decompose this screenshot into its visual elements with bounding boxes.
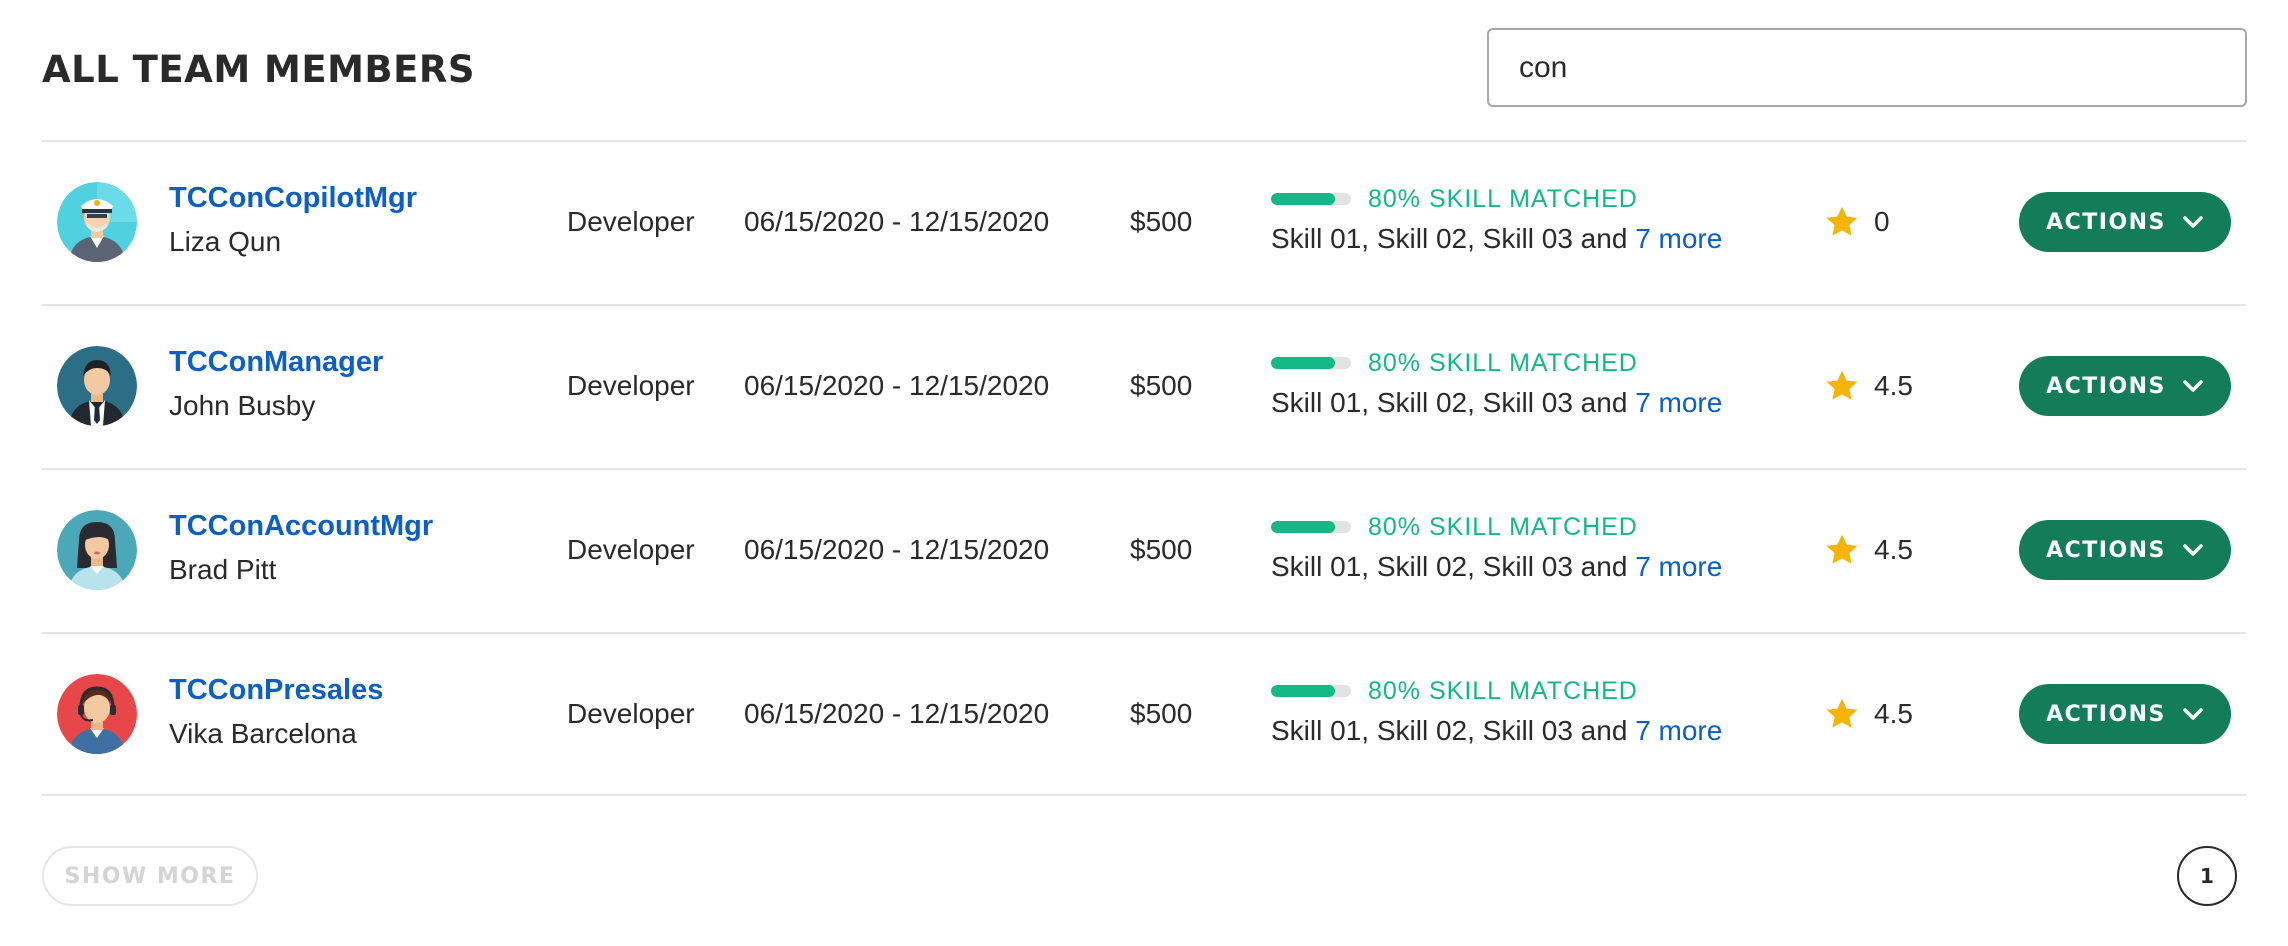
more-skills-link[interactable]: 7 more — [1635, 551, 1722, 582]
more-skills-link[interactable]: 7 more — [1635, 715, 1722, 746]
member-name: John Busby — [169, 390, 316, 421]
actions-button-label: ACTIONS — [2046, 701, 2166, 727]
member-row: TCConManager John Busby Developer 06/15/… — [42, 304, 2246, 468]
skill-match-progress-bar — [1271, 193, 1351, 205]
skills-summary: Skill 01, Skill 02, Skill 03 and 7 more — [1271, 713, 1722, 749]
woman-avatar-icon — [57, 510, 137, 590]
member-rate: $500 — [1130, 370, 1193, 401]
search-input[interactable] — [1487, 28, 2247, 107]
actions-button[interactable]: ACTIONS — [2019, 684, 2231, 744]
member-role: Developer — [567, 370, 695, 401]
star-icon — [1826, 534, 1858, 564]
star-icon — [1826, 206, 1858, 236]
page-title: ALL TEAM MEMBERS — [42, 48, 476, 91]
skills-summary: Skill 01, Skill 02, Skill 03 and 7 more — [1271, 385, 1722, 421]
member-handle-link[interactable]: TCConManager — [169, 344, 383, 380]
chevron-down-icon — [2183, 380, 2203, 392]
actions-button[interactable]: ACTIONS — [2019, 520, 2231, 580]
more-skills-link[interactable]: 7 more — [1635, 223, 1722, 254]
team-members-list: TCConCopilotMgr Liza Qun Developer 06/15… — [42, 140, 2246, 796]
member-rating: 0 — [1874, 206, 1890, 237]
member-rating: 4.5 — [1874, 698, 1913, 729]
skills-summary: Skill 01, Skill 02, Skill 03 and 7 more — [1271, 221, 1722, 257]
actions-button-label: ACTIONS — [2046, 373, 2166, 399]
chevron-down-icon — [2183, 708, 2203, 720]
member-role: Developer — [567, 206, 695, 237]
skills-text: Skill 01, Skill 02, Skill 03 and — [1271, 715, 1636, 746]
skill-match-progress-fill — [1271, 357, 1335, 369]
member-handle-link[interactable]: TCConAccountMgr — [169, 508, 433, 544]
actions-button-label: ACTIONS — [2046, 537, 2166, 563]
show-more-button[interactable]: SHOW MORE — [42, 846, 258, 906]
member-rate: $500 — [1130, 206, 1193, 237]
actions-button-label: ACTIONS — [2046, 209, 2166, 235]
member-name: Brad Pitt — [169, 554, 277, 585]
member-rate: $500 — [1130, 698, 1193, 729]
member-row: TCConAccountMgr Brad Pitt Developer 06/1… — [42, 468, 2246, 632]
chevron-down-icon — [2183, 544, 2203, 556]
more-skills-link[interactable]: 7 more — [1635, 387, 1722, 418]
skill-match-progress-bar — [1271, 521, 1351, 533]
member-rate: $500 — [1130, 534, 1193, 565]
skill-match-progress-fill — [1271, 685, 1335, 697]
member-role: Developer — [567, 698, 695, 729]
skill-match-progress-fill — [1271, 521, 1335, 533]
skills-summary: Skill 01, Skill 02, Skill 03 and 7 more — [1271, 549, 1722, 585]
skill-match-label: 80% SKILL MATCHED — [1368, 513, 1638, 541]
chevron-down-icon — [2183, 216, 2203, 228]
member-date-range: 06/15/2020 - 12/15/2020 — [744, 206, 1050, 237]
member-date-range: 06/15/2020 - 12/15/2020 — [744, 698, 1050, 729]
member-role: Developer — [567, 534, 695, 565]
skill-match-progress-fill — [1271, 193, 1335, 205]
member-row: TCConPresales Vika Barcelona Developer 0… — [42, 632, 2246, 796]
skill-match-label: 80% SKILL MATCHED — [1368, 185, 1638, 213]
pagination-page-1[interactable]: 1 — [2177, 846, 2237, 906]
member-rating: 4.5 — [1874, 534, 1913, 565]
actions-button[interactable]: ACTIONS — [2019, 356, 2231, 416]
member-name: Vika Barcelona — [169, 718, 357, 749]
skill-match-progress-bar — [1271, 685, 1351, 697]
star-icon — [1826, 370, 1858, 400]
member-date-range: 06/15/2020 - 12/15/2020 — [744, 534, 1050, 565]
member-handle-link[interactable]: TCConCopilotMgr — [169, 180, 417, 216]
skill-match-label: 80% SKILL MATCHED — [1368, 349, 1638, 377]
member-handle-link[interactable]: TCConPresales — [169, 672, 383, 708]
member-name: Liza Qun — [169, 226, 282, 257]
star-icon — [1826, 698, 1858, 728]
skill-match-progress-bar — [1271, 357, 1351, 369]
captain-avatar-icon — [57, 182, 137, 262]
member-date-range: 06/15/2020 - 12/15/2020 — [744, 370, 1050, 401]
page-header: ALL TEAM MEMBERS — [42, 0, 2247, 141]
skills-text: Skill 01, Skill 02, Skill 03 and — [1271, 387, 1636, 418]
skill-match-label: 80% SKILL MATCHED — [1368, 677, 1638, 705]
member-row: TCConCopilotMgr Liza Qun Developer 06/15… — [42, 140, 2246, 304]
actions-button[interactable]: ACTIONS — [2019, 192, 2231, 252]
businessman-avatar-icon — [57, 346, 137, 426]
skills-text: Skill 01, Skill 02, Skill 03 and — [1271, 551, 1636, 582]
skills-text: Skill 01, Skill 02, Skill 03 and — [1271, 223, 1636, 254]
support-agent-avatar-icon — [57, 674, 137, 754]
member-rating: 4.5 — [1874, 370, 1913, 401]
